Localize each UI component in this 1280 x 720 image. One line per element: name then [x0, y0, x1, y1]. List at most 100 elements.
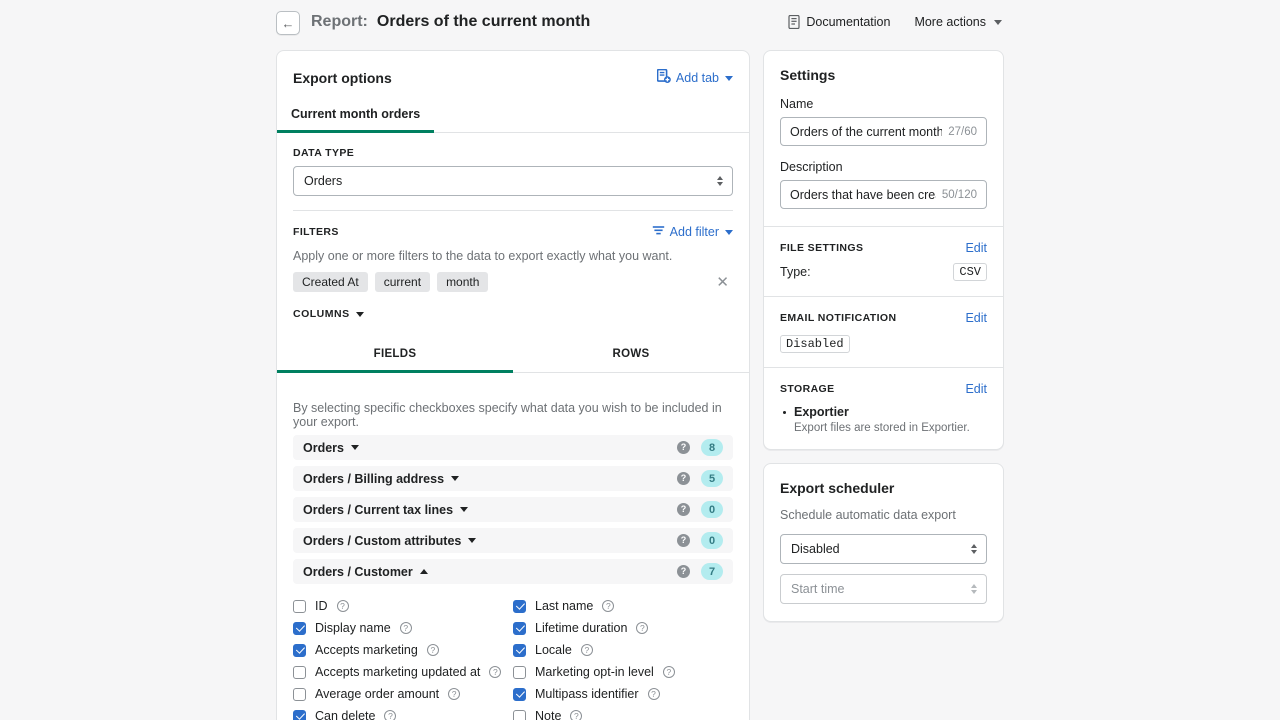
checkbox[interactable]	[513, 622, 526, 635]
help-icon[interactable]: ?	[677, 472, 690, 485]
add-filter-label: Add filter	[670, 225, 719, 239]
help-icon[interactable]: ?	[337, 600, 349, 612]
field-checkbox-item[interactable]: Note ?	[513, 705, 733, 720]
checkbox[interactable]	[513, 666, 526, 679]
help-icon[interactable]: ?	[489, 666, 501, 678]
field-group-name: Orders	[303, 441, 359, 455]
field-group-row[interactable]: Orders / Custom attributes ? 0	[293, 528, 733, 553]
field-group-label: Orders / Billing address	[303, 472, 444, 486]
help-icon[interactable]: ?	[400, 622, 412, 634]
help-icon[interactable]: ?	[663, 666, 675, 678]
field-group-row[interactable]: Orders / Current tax lines ? 0	[293, 497, 733, 522]
checkbox[interactable]	[513, 644, 526, 657]
field-label: Average order amount	[315, 687, 439, 701]
storage-edit-button[interactable]: Edit	[965, 382, 987, 396]
help-icon[interactable]: ?	[602, 600, 614, 612]
documentation-button[interactable]: Documentation	[788, 15, 890, 29]
field-group-row[interactable]: Orders / Billing address ? 5	[293, 466, 733, 491]
app-page: ← Report: Orders of the current month Do…	[0, 0, 1280, 720]
field-group-meta: ? 0	[677, 532, 723, 549]
filter-chip[interactable]: current	[375, 272, 430, 292]
help-icon[interactable]: ?	[384, 710, 396, 720]
description-input[interactable]: Orders that have been create 50/120	[780, 180, 987, 209]
field-checkbox-item[interactable]: ID ?	[293, 595, 513, 617]
file-settings-edit-button[interactable]: Edit	[965, 241, 987, 255]
email-notification-edit-button[interactable]: Edit	[965, 311, 987, 325]
help-icon[interactable]: ?	[570, 710, 582, 720]
export-tabs: Current month orders	[277, 99, 749, 133]
field-checkbox-item[interactable]: Display name ?	[293, 617, 513, 639]
field-checkbox-item[interactable]: Multipass identifier ?	[513, 683, 733, 705]
checkbox[interactable]	[513, 600, 526, 613]
help-icon[interactable]: ?	[677, 565, 690, 578]
data-type-select[interactable]: Orders	[293, 166, 733, 196]
help-icon[interactable]: ?	[427, 644, 439, 656]
remove-filter-button[interactable]: ✕	[712, 273, 733, 292]
field-checkbox-item[interactable]: Accepts marketing updated at ?	[293, 661, 513, 683]
add-document-icon	[657, 69, 671, 87]
field-group-meta: ? 7	[677, 563, 723, 580]
chevron-down-icon	[468, 538, 476, 543]
field-checkbox-item[interactable]: Accepts marketing ?	[293, 639, 513, 661]
help-icon[interactable]: ?	[636, 622, 648, 634]
settings-title: Settings	[780, 67, 987, 83]
checkbox[interactable]	[293, 622, 306, 635]
select-stepper-icon	[971, 544, 977, 554]
field-checkbox-item[interactable]: Can delete ?	[293, 705, 513, 720]
help-icon[interactable]: ?	[677, 441, 690, 454]
description-value: Orders that have been create	[790, 188, 936, 202]
field-checkbox-item[interactable]: Marketing opt-in level ?	[513, 661, 733, 683]
more-actions-button[interactable]: More actions	[914, 15, 1002, 29]
name-value: Orders of the current month	[790, 125, 942, 139]
export-scheduler-description: Schedule automatic data export	[780, 508, 987, 522]
email-status-row: Disabled	[780, 334, 987, 352]
storage-label: STORAGE	[780, 383, 835, 395]
field-label: Accepts marketing updated at	[315, 665, 480, 679]
checkbox[interactable]	[513, 688, 526, 701]
filters-label: FILTERS	[293, 226, 339, 238]
field-group-row[interactable]: Orders ? 8	[293, 435, 733, 460]
field-checkbox-item[interactable]: Last name ?	[513, 595, 733, 617]
checkbox[interactable]	[293, 644, 306, 657]
export-options-title: Export options	[293, 70, 392, 86]
field-checkbox-item[interactable]: Lifetime duration ?	[513, 617, 733, 639]
export-scheduler-card: Export scheduler Schedule automatic data…	[763, 463, 1004, 622]
storage-provider-name: Exportier	[794, 405, 987, 419]
field-group-meta: ? 5	[677, 470, 723, 487]
add-tab-button[interactable]: Add tab	[657, 69, 733, 87]
field-checkbox-item[interactable]: Average order amount ?	[293, 683, 513, 705]
field-checkbox-item[interactable]: Locale ?	[513, 639, 733, 661]
checkbox[interactable]	[293, 710, 306, 720]
checkbox[interactable]	[293, 688, 306, 701]
help-icon[interactable]: ?	[448, 688, 460, 700]
data-type-value: Orders	[304, 174, 342, 188]
add-filter-button[interactable]: Add filter	[652, 225, 733, 239]
scheduler-frequency-select[interactable]: Disabled	[780, 534, 987, 564]
scheduler-frequency-value: Disabled	[791, 542, 840, 556]
back-button[interactable]: ←	[276, 11, 300, 35]
tab-current-month-orders[interactable]: Current month orders	[277, 99, 434, 133]
field-label: Can delete	[315, 709, 375, 720]
help-icon[interactable]: ?	[581, 644, 593, 656]
help-icon[interactable]: ?	[677, 534, 690, 547]
field-checkbox-grid: ID ? Last name ? Display name ? Lifetime…	[293, 595, 733, 720]
name-input[interactable]: Orders of the current month 27/60	[780, 117, 987, 146]
field-group-row-expanded[interactable]: Orders / Customer ? 7	[293, 559, 733, 584]
field-group-name: Orders / Custom attributes	[303, 534, 476, 548]
subtab-fields[interactable]: FIELDS	[277, 339, 513, 373]
subtab-rows[interactable]: ROWS	[513, 339, 749, 373]
filter-chip[interactable]: month	[437, 272, 488, 292]
page-title-value: Orders of the current month	[377, 13, 590, 31]
checkbox[interactable]	[293, 600, 306, 613]
field-label: Locale	[535, 643, 572, 657]
filter-chips: Created At current month	[293, 272, 488, 292]
columns-toggle[interactable]: COLUMNS	[293, 308, 364, 320]
scheduler-start-time-select[interactable]: Start time	[780, 574, 987, 604]
help-icon[interactable]: ?	[648, 688, 660, 700]
email-notification-label: EMAIL NOTIFICATION	[780, 312, 896, 324]
filter-chip[interactable]: Created At	[293, 272, 368, 292]
help-icon[interactable]: ?	[677, 503, 690, 516]
name-label: Name	[780, 97, 987, 111]
checkbox[interactable]	[513, 710, 526, 720]
checkbox[interactable]	[293, 666, 306, 679]
